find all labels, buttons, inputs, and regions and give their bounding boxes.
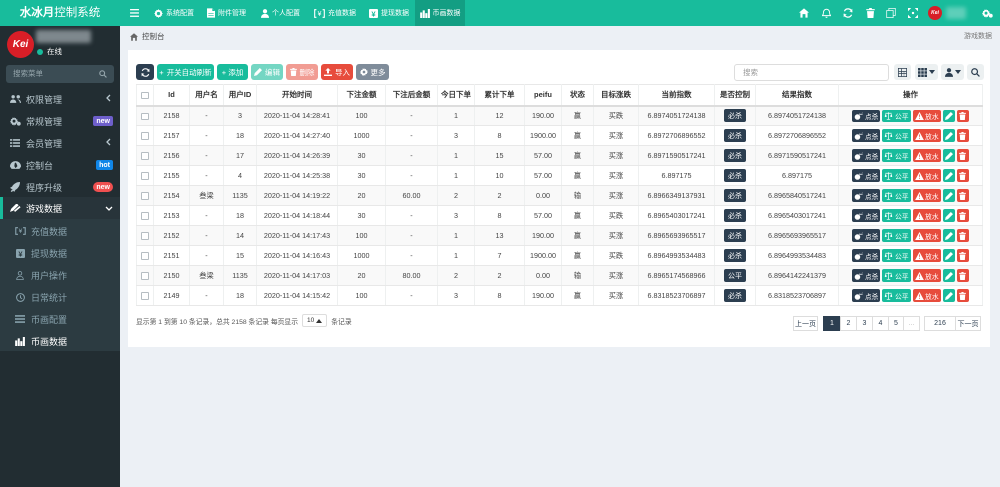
svg-text:¥: ¥ [318, 10, 322, 17]
svg-text:¥: ¥ [18, 228, 22, 235]
